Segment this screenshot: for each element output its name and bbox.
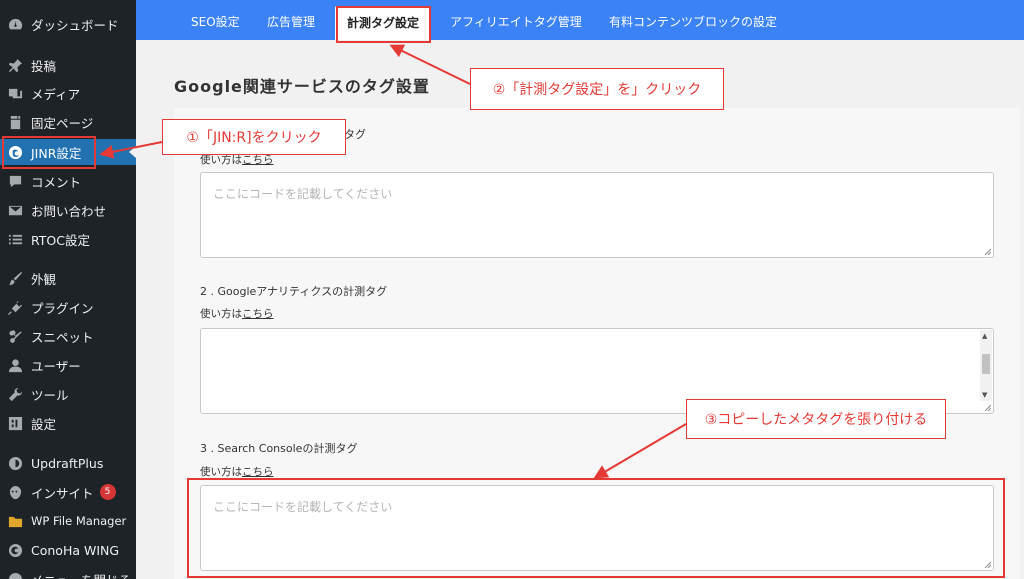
notification-badge: 5	[99, 484, 116, 500]
page-title: Google関連サービスのタグ設置	[174, 77, 430, 96]
conoha-icon	[7, 542, 23, 558]
sidebar-item-label: ダッシュボード	[31, 17, 119, 33]
callout-step3: ③コピーしたメタタグを張り付ける	[686, 399, 946, 439]
tab-seo-settings[interactable]: SEO設定	[191, 0, 240, 40]
callout-step2: ②「計測タグ設定」を」クリック	[470, 68, 724, 110]
pin-icon	[7, 57, 23, 73]
highlight-box-jinr	[2, 136, 96, 169]
page-icon	[7, 114, 23, 130]
sidebar-item-label: プラグイン	[31, 300, 94, 316]
admin-sidebar: ダッシュボード 投稿 メディア 固定ページ JINR設定 コメント お問い合わせ…	[0, 0, 136, 579]
section3-label: 3 . Search Consoleの計測タグ	[200, 442, 358, 455]
resize-handle-icon[interactable]	[983, 403, 991, 411]
collapse-icon	[7, 571, 23, 579]
howto-text: 使い方は	[200, 308, 242, 320]
dashboard-icon	[7, 16, 23, 32]
sidebar-item-label: 外観	[31, 271, 57, 287]
sidebar-item-updraftplus[interactable]: UpdraftPlus	[0, 450, 136, 476]
callout-step1: ①「JIN:R]をクリック	[162, 119, 346, 155]
folder-icon	[7, 513, 23, 529]
sidebar-item-label: インサイト	[31, 485, 94, 501]
media-icon	[7, 85, 23, 101]
scroll-up-icon[interactable]: ▲	[982, 332, 987, 340]
howto-link[interactable]: こちら	[242, 154, 274, 166]
sidebar-item-settings[interactable]: 設定	[0, 410, 136, 436]
howto-text: 使い方は	[200, 466, 242, 478]
sidebar-item-label: コメント	[31, 174, 82, 190]
mail-icon	[7, 202, 23, 218]
textarea-placeholder: ここにコードを記載してください	[213, 187, 393, 201]
sidebar-item-label: 固定ページ	[31, 115, 94, 131]
tab-affiliate-tag-management[interactable]: アフィリエイトタグ管理	[450, 0, 582, 40]
list-icon	[7, 231, 23, 247]
tag-manager-textarea[interactable]: ここにコードを記載してください	[200, 172, 994, 258]
scissors-icon	[7, 328, 23, 344]
sidebar-item-label: UpdraftPlus	[31, 455, 104, 471]
insight-icon	[7, 484, 23, 500]
sidebar-item-insights[interactable]: インサイト 5	[0, 479, 136, 505]
user-icon	[7, 357, 23, 373]
howto-link[interactable]: こちら	[242, 308, 274, 320]
sidebar-item-label: 設定	[31, 416, 57, 432]
sidebar-item-comments[interactable]: コメント	[0, 168, 136, 194]
sidebar-item-users[interactable]: ユーザー	[0, 352, 136, 378]
sidebar-item-label: メニューを閉じる	[31, 570, 131, 579]
sidebar-item-wp-file-manager[interactable]: WP File Manager	[0, 508, 136, 534]
howto-link[interactable]: こちら	[242, 466, 274, 478]
sidebar-item-label: ユーザー	[31, 358, 81, 374]
scroll-down-icon[interactable]: ▼	[982, 391, 987, 399]
updraft-icon	[7, 455, 23, 471]
sidebar-item-collapse-menu[interactable]: メニューを閉じる	[0, 566, 136, 579]
tab-paid-content-block-settings[interactable]: 有料コンテンツブロックの設定	[609, 0, 777, 40]
sidebar-item-conoha-wing[interactable]: ConoHa WING	[0, 537, 136, 563]
sidebar-item-dashboard[interactable]: ダッシュボード	[0, 11, 136, 37]
sidebar-item-label: RTOC設定	[31, 232, 90, 248]
sidebar-item-label: ツール	[31, 387, 69, 403]
sidebar-item-tools[interactable]: ツール	[0, 381, 136, 407]
sidebar-item-posts[interactable]: 投稿	[0, 52, 136, 78]
sidebar-item-plugins[interactable]: プラグイン	[0, 294, 136, 320]
settings-icon	[7, 415, 23, 431]
highlight-box-search-console	[187, 478, 1005, 578]
scrollbar-thumb[interactable]	[982, 354, 990, 374]
sidebar-item-label: お問い合わせ	[31, 203, 107, 219]
tab-ad-management[interactable]: 広告管理	[267, 0, 315, 40]
sidebar-item-appearance[interactable]: 外観	[0, 265, 136, 291]
sidebar-item-label: メディア	[31, 86, 81, 102]
section3-howto: 使い方はこちら	[200, 464, 274, 479]
sidebar-item-pages[interactable]: 固定ページ	[0, 109, 136, 135]
howto-text: 使い方は	[200, 154, 242, 166]
brush-icon	[7, 270, 23, 286]
sidebar-item-label: WP File Manager	[31, 514, 127, 528]
wrench-icon	[7, 386, 23, 402]
sidebar-item-contact[interactable]: お問い合わせ	[0, 197, 136, 223]
highlight-box-tracking-tab	[336, 6, 431, 43]
section2-label: 2 . Googleアナリティクスの計測タグ	[200, 285, 388, 298]
sidebar-item-label: ConoHa WING	[31, 542, 120, 558]
sidebar-item-label: スニペット	[31, 329, 94, 345]
sidebar-item-rtoc[interactable]: RTOC設定	[0, 226, 136, 252]
comment-icon	[7, 173, 23, 189]
sidebar-item-media[interactable]: メディア	[0, 80, 136, 106]
textarea-scrollbar[interactable]: ▲ ▼	[980, 330, 992, 401]
plugin-icon	[7, 299, 23, 315]
sidebar-item-snippets[interactable]: スニペット	[0, 323, 136, 349]
section1-label: タグ	[344, 128, 366, 141]
resize-handle-icon[interactable]	[983, 247, 991, 255]
sidebar-item-label: 投稿	[31, 58, 57, 74]
section2-howto: 使い方はこちら	[200, 306, 274, 321]
